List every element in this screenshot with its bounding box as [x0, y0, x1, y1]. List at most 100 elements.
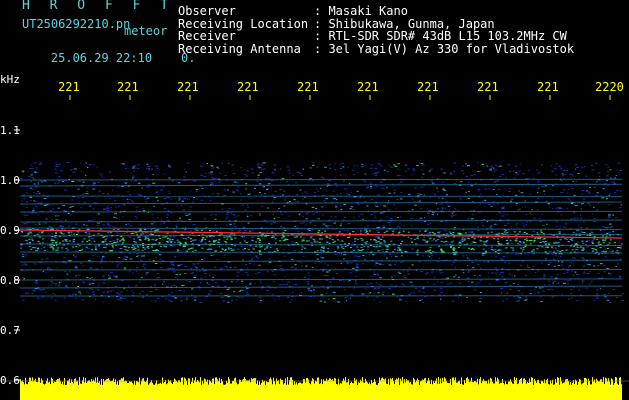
signal-pixel: [29, 241, 31, 243]
signal-pixel: [52, 240, 55, 241]
signal-pixel: [145, 237, 147, 239]
signal-pixel: [593, 235, 596, 237]
signal-pixel: [52, 249, 55, 251]
signal-pixel: [126, 249, 129, 251]
signal-pixel: [541, 246, 544, 248]
signal-pixel: [28, 238, 31, 240]
signal-pixel: [505, 239, 508, 241]
signal-pixel: [413, 238, 416, 240]
signal-pixel: [337, 239, 340, 241]
signal-pixel: [514, 231, 517, 233]
signal-pixel: [144, 228, 147, 230]
signal-pixel: [144, 238, 147, 240]
datetime-value: 25.06.29 22:10: [50, 51, 153, 65]
signal-pixel: [166, 240, 169, 242]
signal-pixel: [81, 241, 84, 243]
signal-pixel: [571, 239, 574, 241]
signal-pixel: [306, 240, 308, 242]
info-label-receiver: Receiver: [178, 29, 236, 43]
signal-pixel: [43, 246, 46, 248]
signal-pixel: [108, 243, 111, 245]
signal-pixel: [391, 230, 394, 232]
signal-pixel: [64, 238, 67, 240]
signal-pixel: [386, 246, 389, 248]
signal-pixel: [438, 245, 441, 247]
signal-pixel: [105, 235, 108, 237]
signal-pixel: [312, 238, 315, 240]
signal-pixel: [51, 228, 54, 230]
signal-pixel: [58, 242, 61, 244]
signal-pixel: [399, 248, 402, 250]
signal-pixel: [327, 248, 330, 250]
signal-pixel: [548, 244, 551, 246]
signal-pixel: [102, 241, 105, 242]
signal-pixel: [502, 233, 505, 235]
signal-pixel: [450, 232, 453, 234]
signal-pixel: [598, 241, 601, 243]
signal-pixel: [561, 250, 564, 252]
signal-pixel: [84, 232, 87, 233]
signal-pixel: [131, 247, 134, 249]
signal-pixel: [524, 245, 527, 247]
signal-pixel: [486, 236, 489, 238]
signal-pixel: [383, 232, 386, 234]
signal-pixel: [61, 228, 64, 230]
signal-pixel: [591, 242, 594, 244]
signal-pixel: [498, 244, 501, 246]
signal-pixel: [360, 250, 363, 252]
signal-pixel: [573, 251, 576, 253]
signal-pixel: [209, 235, 212, 237]
signal-pixel: [240, 235, 243, 237]
signal-pixel: [103, 236, 106, 238]
signal-pixel: [599, 247, 602, 249]
signal-pixel: [105, 244, 108, 246]
signal-pixel: [432, 251, 435, 252]
signal-pixel: [137, 249, 140, 251]
signal-pixel: [53, 245, 55, 246]
signal-pixel: [533, 239, 536, 241]
signal-pixel: [581, 249, 584, 251]
signal-pixel: [204, 238, 207, 240]
signal-pixel: [609, 239, 612, 241]
signal-pixel: [472, 233, 475, 235]
signal-pixel: [234, 245, 237, 247]
signal-pixel: [249, 230, 252, 232]
signal-pixel: [346, 245, 349, 246]
signal-pixel: [544, 241, 547, 242]
signal-pixel: [94, 249, 97, 251]
signal-pixel: [68, 234, 71, 236]
signal-pixel: [525, 233, 528, 235]
signal-pixel: [620, 243, 623, 245]
signal-pixel: [224, 240, 227, 242]
signal-pixel: [189, 247, 192, 249]
signal-pixel: [66, 243, 69, 245]
signal-pixel: [54, 236, 57, 238]
x-tick-label: 221: [357, 80, 379, 94]
signal-pixel: [44, 249, 46, 251]
signal-pixel: [51, 243, 54, 245]
signal-pixel: [132, 245, 134, 247]
signal-pixel: [545, 246, 547, 248]
signal-pixel: [353, 244, 356, 246]
signal-pixel: [194, 249, 197, 251]
signal-pixel: [38, 242, 41, 244]
signal-pixel: [559, 251, 562, 252]
signal-pixel: [274, 242, 277, 244]
signal-pixel: [375, 240, 377, 242]
signal-pixel: [218, 242, 221, 244]
signal-pixel: [616, 234, 619, 236]
signal-pixel: [596, 239, 599, 240]
signal-pixel: [581, 240, 584, 242]
signal-pixel: [80, 249, 83, 251]
signal-pixel: [327, 251, 330, 253]
signal-pixel: [529, 243, 532, 245]
signal-pixel: [128, 247, 130, 249]
signal-pixel: [373, 239, 376, 241]
signal-pixel: [482, 248, 485, 250]
signal-pixel: [248, 249, 250, 251]
signal-pixel: [326, 241, 329, 243]
signal-pixel: [191, 243, 194, 245]
info-label-observer: Observer: [178, 4, 236, 18]
signal-pixel: [103, 247, 106, 248]
y-tick-1.0: 1.0: [0, 174, 20, 187]
